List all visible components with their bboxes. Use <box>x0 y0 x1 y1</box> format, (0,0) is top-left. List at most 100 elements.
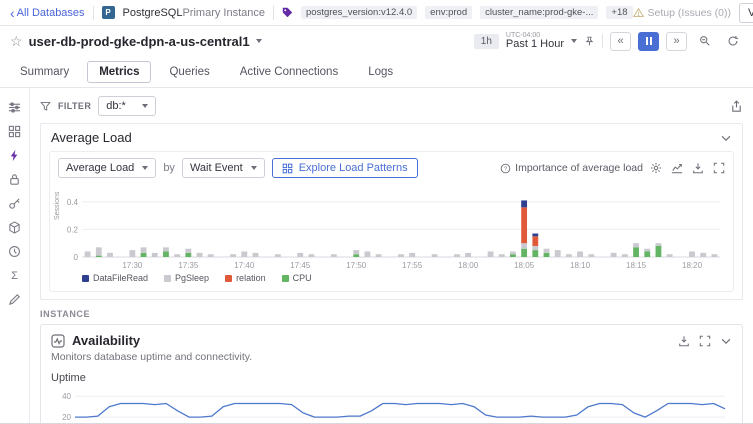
db-filter-value: db:* <box>106 100 126 112</box>
view-related-label: View Related <box>748 7 753 19</box>
sigma-icon[interactable]: Σ <box>7 268 22 283</box>
titlebar: ☆ user-db-prod-gke-dpn-a-us-central1 1h … <box>0 26 753 56</box>
load-chart-wrap: Sessions 00.20.417:3017:3517:4017:4517:5… <box>58 182 725 270</box>
skip-forward-button[interactable]: » <box>666 32 687 51</box>
main-panel: FILTER db:* Average Load <box>30 88 753 424</box>
svg-text:20: 20 <box>62 413 71 422</box>
share-icon[interactable] <box>730 100 743 113</box>
content: Σ FILTER db:* <box>0 88 753 424</box>
fullscreen-icon[interactable] <box>713 162 725 174</box>
legend-swatch <box>164 275 171 282</box>
view-related-button[interactable]: View Related <box>739 3 753 23</box>
chevron-down-icon[interactable] <box>720 335 732 347</box>
funnel-icon <box>40 101 51 112</box>
db-filter-select[interactable]: db:* <box>98 96 156 116</box>
fullscreen-icon[interactable] <box>699 335 711 347</box>
pause-button[interactable] <box>638 32 659 51</box>
explore-load-patterns-button[interactable]: Explore Load Patterns <box>272 158 418 178</box>
pencil-icon[interactable] <box>7 292 22 307</box>
legend-swatch <box>225 275 232 282</box>
setup-label: Setup (Issues (0)) <box>648 7 731 19</box>
explore-button-label: Explore Load Patterns <box>299 162 408 174</box>
time-range-picker[interactable]: UTC-04:00 Past 1 Hour <box>506 32 564 51</box>
warning-triangle-icon <box>633 7 644 18</box>
tab-summary[interactable]: Summary <box>8 61 81 83</box>
download-icon[interactable] <box>678 335 690 347</box>
svg-text:17:30: 17:30 <box>122 261 143 270</box>
gear-icon[interactable] <box>650 162 662 174</box>
importance-link[interactable]: ? Importance of average load <box>500 162 643 174</box>
availability-toolbar <box>678 335 732 347</box>
tag-pill[interactable]: cluster_name:prod-gke-... <box>480 6 598 19</box>
legend-item[interactable]: DataFileRead <box>82 273 148 283</box>
key-icon[interactable] <box>7 196 22 211</box>
question-circle-icon: ? <box>500 163 511 174</box>
svg-text:17:35: 17:35 <box>178 261 199 270</box>
sliders-icon[interactable] <box>7 100 22 115</box>
refresh-button[interactable] <box>722 32 743 51</box>
pause-icon <box>646 37 652 45</box>
svg-text:0.4: 0.4 <box>67 198 79 207</box>
tab-logs[interactable]: Logs <box>356 61 405 83</box>
availability-title: Availability <box>72 333 140 348</box>
svg-text:18:15: 18:15 <box>626 261 647 270</box>
legend-item[interactable]: PgSleep <box>164 273 209 283</box>
legend-label: DataFileRead <box>93 273 148 283</box>
metric-select[interactable]: Average Load <box>58 158 156 178</box>
legend-item[interactable]: CPU <box>282 273 312 283</box>
metric-select-value: Average Load <box>66 162 134 174</box>
bolt-icon[interactable] <box>7 148 22 163</box>
grid-icon[interactable] <box>7 124 22 139</box>
availability-header: Availability <box>51 333 732 348</box>
skip-back-button[interactable]: « <box>610 32 631 51</box>
icon-rail: Σ <box>0 88 30 424</box>
tags-more-pill[interactable]: +18 <box>606 6 632 19</box>
legend-label: PgSleep <box>175 273 209 283</box>
topbar-right: Setup (Issues (0)) View Related <box>633 3 753 23</box>
load-chart[interactable]: 00.20.417:3017:3517:4017:4517:5017:5518:… <box>58 182 722 270</box>
chevron-down-icon <box>142 104 148 108</box>
lock-icon[interactable] <box>7 172 22 187</box>
by-label: by <box>163 162 175 174</box>
legend-item[interactable]: relation <box>225 273 266 283</box>
star-icon[interactable]: ☆ <box>10 34 23 48</box>
page-title: user-db-prod-gke-dpn-a-us-central1 <box>29 34 250 49</box>
topbar: ‹ All Databases P PostgreSQL Primary Ins… <box>0 0 753 26</box>
back-all-databases-link[interactable]: ‹ All Databases <box>10 6 85 20</box>
tag-pill[interactable]: env:prod <box>425 6 472 19</box>
availability-pulse-icon <box>51 334 65 348</box>
time-preset-badge[interactable]: 1h <box>474 34 499 49</box>
tab-queries[interactable]: Queries <box>157 61 221 83</box>
setup-issues[interactable]: Setup (Issues (0)) <box>633 7 731 19</box>
uptime-chart[interactable]: 204017:2517:3017:3517:4017:4517:5017:551… <box>51 386 729 424</box>
tabbar: Summary Metrics Queries Active Connectio… <box>0 56 753 88</box>
download-icon[interactable] <box>692 162 704 174</box>
chevron-down-icon <box>251 166 257 170</box>
divider <box>602 34 603 48</box>
average-load-header[interactable]: Average Load <box>41 124 742 151</box>
chevron-down-icon[interactable] <box>571 39 577 43</box>
cube-icon[interactable] <box>7 220 22 235</box>
svg-text:?: ? <box>504 166 508 172</box>
pin-icon[interactable] <box>584 36 595 47</box>
chevron-down-icon[interactable] <box>256 39 262 43</box>
svg-text:18:00: 18:00 <box>458 261 479 270</box>
tag-pill[interactable]: postgres_version:v12.4.0 <box>301 6 417 19</box>
tab-metrics[interactable]: Metrics <box>87 61 151 83</box>
legend-swatch <box>282 275 289 282</box>
legend-label: relation <box>236 273 266 283</box>
forecast-icon[interactable] <box>671 162 683 174</box>
chevron-down-icon <box>142 166 148 170</box>
average-load-title: Average Load <box>51 130 132 145</box>
clock-icon[interactable] <box>7 244 22 259</box>
chevron-down-icon[interactable] <box>720 132 732 144</box>
tab-active-connections[interactable]: Active Connections <box>228 61 350 83</box>
svg-text:0.2: 0.2 <box>67 225 79 234</box>
chevron-left-icon: ‹ <box>10 6 15 20</box>
group-by-select[interactable]: Wait Event <box>182 158 265 178</box>
group-by-value: Wait Event <box>190 162 243 174</box>
svg-text:18:20: 18:20 <box>682 261 703 270</box>
legend-swatch <box>82 275 89 282</box>
zoom-out-button[interactable] <box>694 32 715 51</box>
back-label: All Databases <box>17 7 85 19</box>
